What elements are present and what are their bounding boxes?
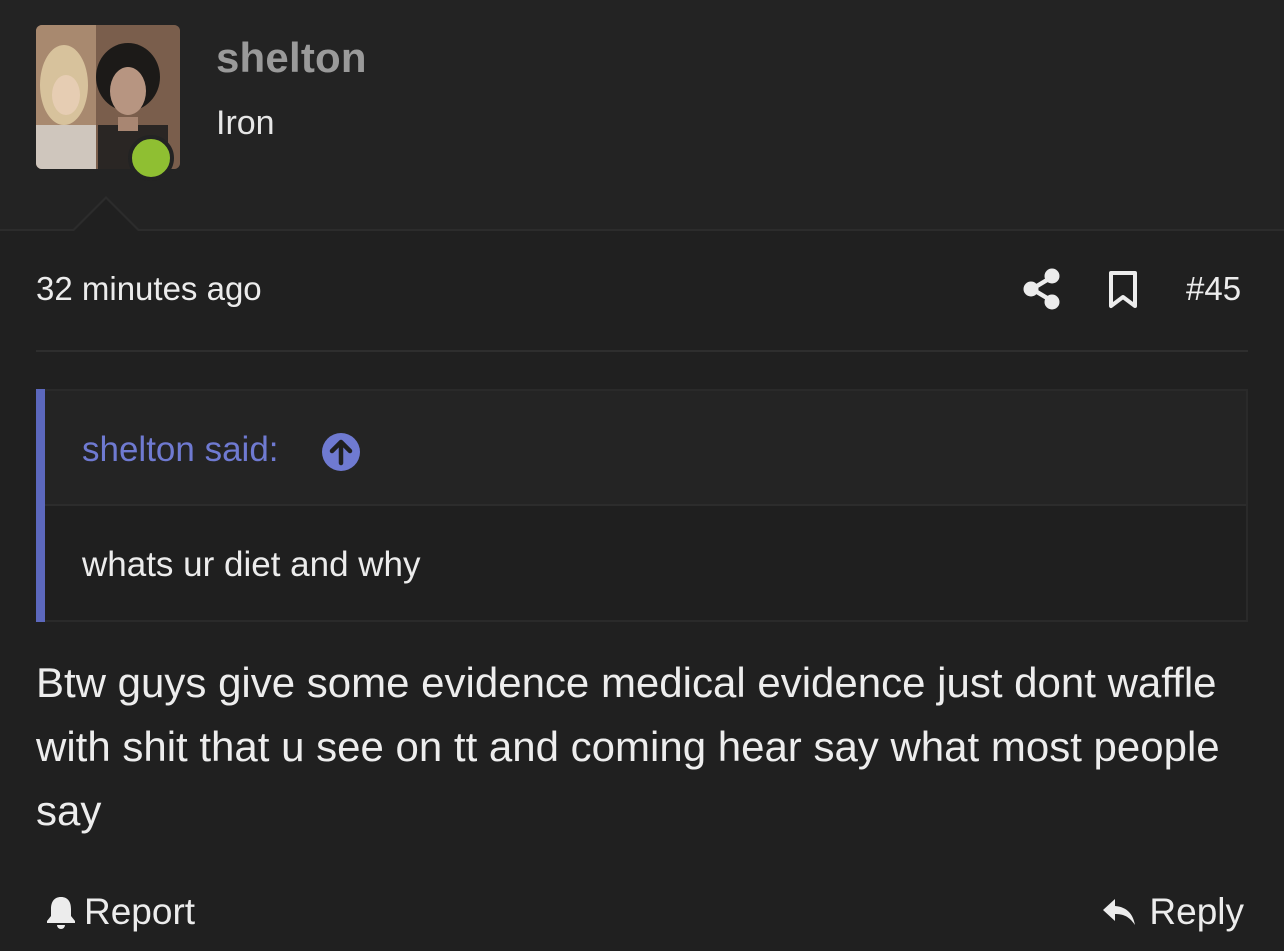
reply-button[interactable]: Reply [1101,890,1244,934]
reply-label: Reply [1149,891,1244,932]
arrow-up-circle-icon[interactable] [321,432,361,472]
online-status-indicator [128,135,174,181]
bell-icon [47,897,75,929]
post-page: shelton Iron 32 minutes ago #45 shelton … [0,0,1284,951]
user-header: shelton Iron [0,0,1284,231]
meta-divider [36,350,1248,352]
quote-accent-bar [36,389,45,622]
user-title: Iron [216,104,275,142]
report-label: Report [84,891,196,932]
header-pointer-inner [74,199,138,231]
quote-text: whats ur diet and why [82,545,421,584]
post-body: Btw guys give some evidence medical evid… [36,659,1220,834]
report-button[interactable]: Report [44,890,195,934]
quote-author[interactable]: shelton said: [82,430,279,470]
username[interactable]: shelton [216,34,367,82]
share-icon[interactable] [1022,268,1062,310]
bookmark-icon[interactable] [1106,270,1140,310]
reply-arrow-icon [1103,899,1136,925]
post-number-link[interactable]: #45 [1186,270,1241,308]
post-timestamp[interactable]: 32 minutes ago [36,270,262,308]
